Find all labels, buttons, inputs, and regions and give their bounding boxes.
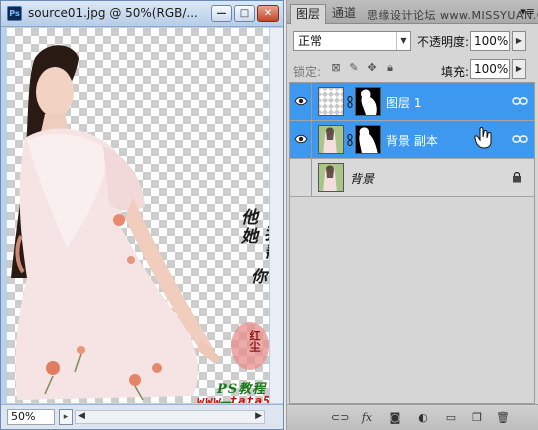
new-group-icon[interactable]: ▭ bbox=[443, 410, 459, 426]
new-layer-icon[interactable]: ❐ bbox=[469, 410, 485, 426]
lock-icon bbox=[513, 172, 521, 183]
lock-transparent-pixels-icon[interactable]: ⊠ bbox=[329, 61, 343, 75]
hand-cursor-icon bbox=[474, 127, 492, 149]
lock-position-icon[interactable]: ✥ bbox=[365, 61, 379, 75]
seal-stamp-text: 红尘 bbox=[248, 330, 261, 352]
layers-list: 图层 1 背景 副本 背景 bbox=[289, 82, 535, 404]
opacity-input[interactable]: 100% bbox=[470, 31, 510, 51]
mask-silhouette-icon bbox=[359, 127, 378, 153]
trash-icon[interactable]: 🗑︎ bbox=[495, 410, 511, 426]
layer-link-icon bbox=[512, 135, 528, 143]
layer-thumbnail[interactable] bbox=[318, 163, 344, 192]
calligraphy-text-3: 你 bbox=[248, 268, 267, 286]
layers-panel: 图层 通道 思缘设计论坛 www.MISSYUAN.COM ▾≡ 正常 ▼ 不透… bbox=[286, 0, 538, 430]
chevron-down-icon[interactable]: ▼ bbox=[396, 32, 410, 50]
zoom-level-field[interactable]: 50% bbox=[7, 409, 55, 425]
close-button[interactable]: ✕ bbox=[257, 5, 279, 22]
calligraphy-text-2: 我帮 bbox=[260, 224, 269, 262]
calligraphy-text-1: 他她 bbox=[237, 208, 257, 246]
photo-thumbnail-icon bbox=[319, 164, 343, 191]
horizontal-scrollbar[interactable]: ◀ ▶ bbox=[75, 410, 265, 424]
lock-all-icon[interactable]: 🔒︎ bbox=[383, 61, 397, 75]
tab-channels[interactable]: 通道 bbox=[327, 4, 361, 24]
link-layers-icon[interactable]: ⊂⊃ bbox=[331, 410, 349, 426]
blend-mode-select[interactable]: 正常 ▼ bbox=[293, 31, 411, 51]
layer-thumbnail[interactable] bbox=[318, 87, 344, 116]
visibility-toggle[interactable] bbox=[290, 159, 312, 196]
visibility-toggle[interactable] bbox=[290, 121, 312, 158]
document-canvas[interactable]: 他她 我帮 你 红尘 PS教程网 www.tata580.com bbox=[7, 28, 269, 403]
fill-label: 填充: bbox=[441, 65, 470, 79]
layer-thumbnail[interactable] bbox=[318, 125, 344, 154]
layer-row-background[interactable]: 背景 bbox=[290, 159, 534, 197]
layers-panel-footer: ⊂⊃ fx ◙ ◐ ▭ ❐ 🗑︎ bbox=[287, 404, 538, 430]
document-title-bar[interactable]: Ps source01.jpg @ 50%(RGB/... — □ ✕ bbox=[1, 1, 283, 27]
status-info-button[interactable]: ▸ bbox=[59, 409, 73, 425]
layer-row-background-copy[interactable]: 背景 副本 bbox=[290, 121, 534, 159]
panel-tab-bar: 图层 通道 思缘设计论坛 www.MISSYUAN.COM ▾≡ bbox=[287, 0, 538, 24]
layer-row-layer-1[interactable]: 图层 1 bbox=[290, 83, 534, 121]
vertical-scrollbar[interactable] bbox=[270, 28, 283, 403]
mask-silhouette-icon bbox=[360, 89, 377, 115]
document-title: source01.jpg @ 50%(RGB/... bbox=[28, 6, 198, 20]
woman-in-dress-image bbox=[11, 45, 269, 401]
lock-label: 锁定: bbox=[293, 65, 322, 79]
layer-name[interactable]: 图层 1 bbox=[386, 94, 421, 111]
lock-image-pixels-icon[interactable]: ✎ bbox=[347, 61, 361, 75]
minimize-button[interactable]: — bbox=[211, 5, 232, 22]
mask-link-icon[interactable] bbox=[347, 96, 353, 108]
layer-mask-thumbnail[interactable] bbox=[355, 87, 381, 116]
scroll-left-icon[interactable]: ◀ bbox=[78, 411, 85, 421]
header-watermark: 思缘设计论坛 www.MISSYUAN.COM bbox=[367, 9, 538, 22]
layer-link-icon bbox=[512, 97, 528, 105]
adjustment-layer-icon[interactable]: ◐ bbox=[415, 410, 431, 426]
layer-style-icon[interactable]: fx bbox=[359, 410, 375, 426]
visibility-toggle[interactable] bbox=[290, 83, 312, 120]
photo-thumbnail-icon bbox=[319, 126, 343, 153]
opacity-slider-arrow-icon[interactable]: ▶ bbox=[512, 31, 526, 51]
mask-link-icon[interactable] bbox=[347, 134, 353, 146]
fill-slider-arrow-icon[interactable]: ▶ bbox=[512, 59, 526, 79]
photoshop-app-icon: Ps bbox=[7, 6, 22, 21]
layer-name[interactable]: 背景 副本 bbox=[386, 132, 438, 149]
fill-input[interactable]: 100% bbox=[470, 59, 510, 79]
eye-icon bbox=[294, 134, 308, 144]
opacity-label: 不透明度: bbox=[417, 35, 470, 49]
watermark-url: www.tata580.com bbox=[197, 394, 269, 403]
tab-layers[interactable]: 图层 bbox=[290, 4, 327, 24]
layer-name[interactable]: 背景 bbox=[350, 170, 374, 187]
add-mask-icon[interactable]: ◙ bbox=[387, 410, 403, 426]
document-window: Ps source01.jpg @ 50%(RGB/... — □ ✕ 他她 我… bbox=[0, 0, 284, 430]
scroll-right-icon[interactable]: ▶ bbox=[255, 411, 262, 421]
maximize-button[interactable]: □ bbox=[234, 5, 255, 22]
eye-icon bbox=[294, 96, 308, 106]
blend-mode-value: 正常 bbox=[298, 34, 323, 48]
panel-menu-icon[interactable]: ▾≡ bbox=[520, 5, 535, 18]
layer-mask-thumbnail[interactable] bbox=[355, 125, 381, 154]
document-status-bar: 50% ▸ ◀ ▶ bbox=[1, 404, 283, 429]
